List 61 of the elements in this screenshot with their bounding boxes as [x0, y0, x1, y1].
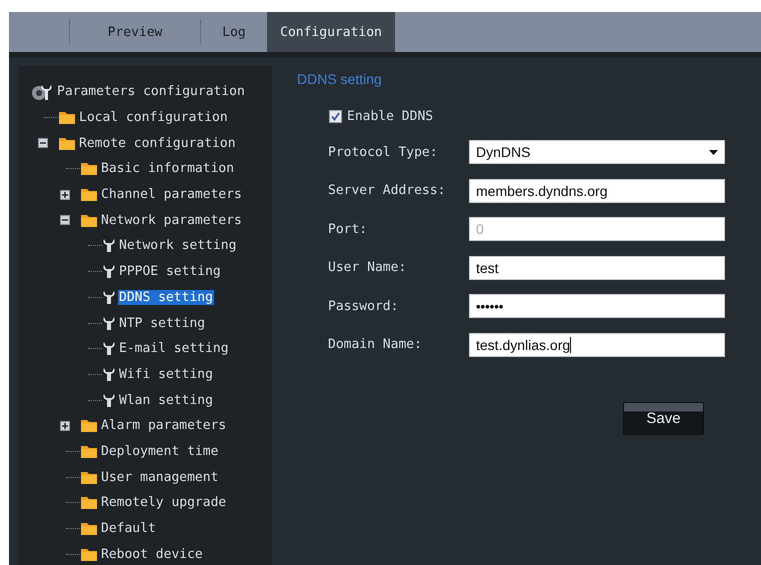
wrench-icon — [102, 341, 116, 356]
wrench-icon — [102, 238, 116, 254]
expand-icon[interactable] — [60, 190, 70, 200]
checkbox-label: Enable DDNS — [347, 109, 434, 124]
folder-icon — [58, 110, 76, 126]
folder-icon — [80, 187, 98, 202]
tree-item[interactable]: Deployment time — [100, 444, 220, 459]
tree-item[interactable]: Channel parameters — [100, 187, 243, 202]
folder-icon — [80, 495, 98, 510]
tree-item[interactable]: Network parameters — [100, 212, 243, 228]
collapse-icon[interactable] — [38, 138, 48, 148]
field-label: Password: — [328, 298, 400, 314]
wrench-icon — [102, 264, 116, 280]
tree-item[interactable]: Basic information — [100, 161, 236, 176]
caret-icon — [709, 150, 718, 155]
folder-icon — [80, 546, 98, 562]
protocol-dropdown[interactable]: DynDNS — [469, 140, 725, 164]
folder-icon — [80, 470, 98, 485]
folder-icon — [80, 521, 98, 536]
input-field[interactable]: test.dynlias.org — [469, 332, 725, 357]
expand-icon[interactable] — [60, 420, 70, 431]
input-field[interactable]: test — [469, 256, 725, 280]
field-label: Port: — [328, 222, 368, 237]
tree-item[interactable]: Wlan setting — [118, 392, 214, 408]
save-button[interactable]: Save — [623, 402, 704, 435]
tree-item[interactable]: Alarm parameters — [100, 418, 228, 434]
tree-item[interactable]: PPPOE setting — [118, 264, 222, 280]
tree-item[interactable]: Remote configuration — [78, 136, 237, 151]
tree-item[interactable]: Parameters configuration — [56, 84, 246, 100]
tab[interactable]: Preview — [69, 20, 200, 44]
tree-item[interactable]: Remotely upgrade — [100, 495, 228, 510]
wrench-icon — [102, 316, 116, 331]
checkbox[interactable] — [329, 110, 342, 123]
folder-icon — [80, 418, 98, 434]
input-field[interactable]: members.dyndns.org — [469, 178, 725, 203]
tree-item[interactable]: Wifi setting — [118, 366, 214, 382]
folder-icon — [80, 444, 98, 459]
collapse-icon[interactable] — [60, 215, 70, 226]
tree-item[interactable]: DDNS setting — [118, 290, 214, 305]
tree-item[interactable]: User management — [100, 470, 220, 485]
folder-icon — [80, 161, 98, 176]
gear-wrench-icon — [30, 82, 54, 101]
section-title: DDNS setting — [297, 71, 383, 89]
wrench-icon — [102, 290, 116, 305]
tree-item[interactable]: Default — [100, 521, 157, 536]
password-field[interactable]: •••••• — [469, 294, 725, 318]
input-field[interactable]: 0 — [469, 217, 725, 242]
tree-item[interactable]: Network setting — [118, 238, 238, 254]
field-label: Domain Name: — [328, 337, 423, 352]
field-label: User Name: — [328, 260, 408, 276]
wrench-icon — [102, 366, 116, 382]
wrench-icon — [102, 392, 116, 408]
tree-item[interactable]: NTP setting — [118, 316, 206, 331]
tree-item[interactable]: Local configuration — [78, 110, 229, 126]
folder-icon — [80, 212, 98, 228]
tree-item[interactable]: E-mail setting — [118, 341, 230, 356]
folder-icon — [58, 136, 76, 151]
field-label: Protocol Type: — [328, 144, 439, 160]
tab[interactable]: Configuration — [267, 12, 395, 52]
tree-item[interactable]: Reboot device — [100, 546, 204, 562]
field-label: Server Address: — [328, 183, 446, 198]
